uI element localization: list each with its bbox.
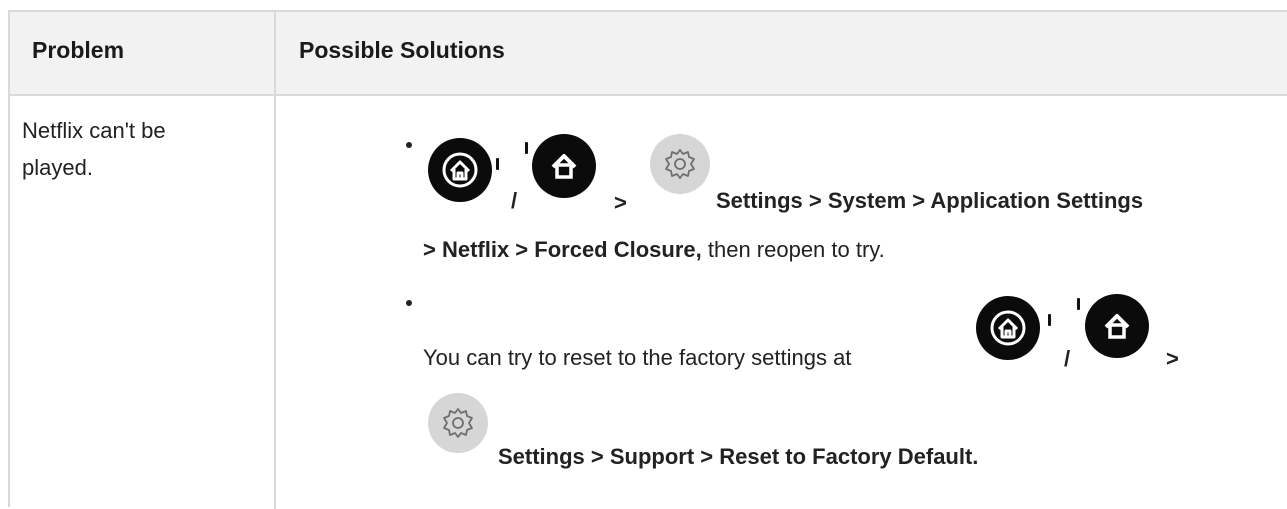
separator-slash: /: [1064, 346, 1071, 371]
solution-line: > Netflix > Forced Closure, then reopen …: [423, 237, 885, 263]
header-possible-solutions: Possible Solutions: [299, 37, 505, 63]
problem-cell: Netflix can't be played.: [22, 118, 166, 180]
bullet: [406, 300, 412, 306]
separator-slash: /: [511, 188, 518, 213]
gear-icon: [650, 134, 710, 194]
settings-path-continued: > Netflix > Forced Closure,: [423, 237, 702, 262]
tick-mark: [1048, 314, 1051, 326]
bullet: [406, 142, 412, 148]
arrow: >: [614, 190, 627, 215]
home-icon: [428, 138, 492, 202]
tick-mark: [1077, 298, 1080, 310]
solution-suffix: then reopen to try.: [701, 237, 885, 262]
column-divider: [274, 12, 276, 509]
tick-mark: [496, 158, 499, 170]
settings-path: Settings > System > Application Settings: [716, 188, 1144, 213]
header-problem: Problem: [32, 37, 125, 63]
table-header-row: Problem Possible Solutions: [10, 12, 1287, 96]
gear-icon: [428, 393, 488, 453]
settings-path: Settings > Support > Reset to Factory De…: [498, 444, 979, 469]
arrow: >: [1166, 346, 1179, 371]
tick-mark: [525, 142, 528, 154]
home-icon: [976, 296, 1040, 360]
home-icon: [1085, 294, 1149, 358]
solution-text: You can try to reset to the factory sett…: [423, 345, 852, 370]
home-icon: [532, 134, 596, 198]
